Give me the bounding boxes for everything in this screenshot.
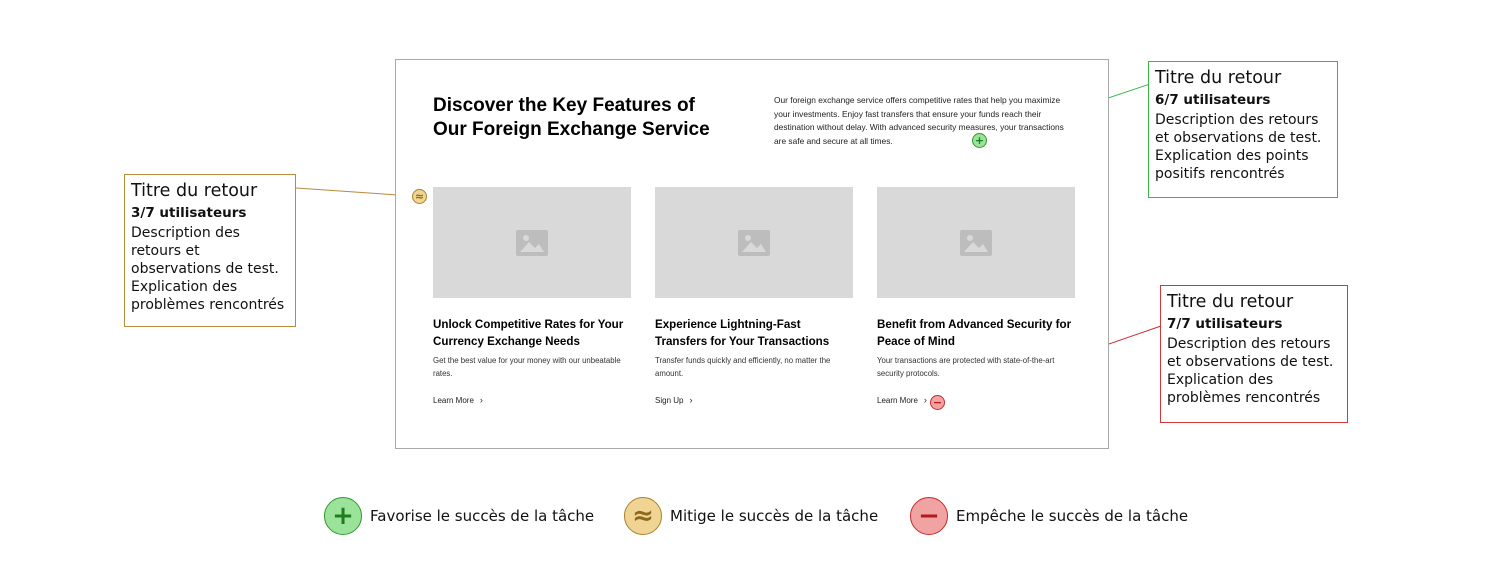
- feedback-description: Description des retours et observations …: [1167, 336, 1334, 406]
- chevron-right-icon: ›: [479, 395, 483, 405]
- approx-icon: ≈: [624, 497, 662, 535]
- image-placeholder-icon: [516, 229, 548, 256]
- feature-card: Benefit from Advanced Security for Peace…: [877, 187, 1075, 417]
- image-placeholder-icon: [960, 229, 992, 256]
- feedback-box-positive: Titre du retour 6/7 utilisateurs Descrip…: [1148, 61, 1338, 198]
- mockup-title: Discover the Key Features of Our Foreign…: [433, 95, 710, 140]
- legend-label: Favorise le succès de la tâche: [370, 507, 595, 525]
- plus-icon: +: [324, 497, 362, 535]
- chevron-right-icon: ›: [689, 395, 693, 405]
- card-text: Transfer funds quickly and efficiently, …: [655, 356, 831, 378]
- link-label: Learn More: [433, 395, 474, 405]
- feedback-title: Titre du retour: [1167, 292, 1294, 312]
- card-text: Your transactions are protected with sta…: [877, 356, 1055, 378]
- link-label: Sign Up: [655, 395, 684, 405]
- negative-marker-icon: −: [930, 395, 945, 410]
- legend-label: Empêche le succès de la tâche: [956, 507, 1189, 525]
- image-placeholder: [655, 187, 853, 298]
- feedback-description: Description des retours et observations …: [131, 225, 285, 313]
- feedback-title: Titre du retour: [1155, 68, 1282, 88]
- image-placeholder: [433, 187, 631, 298]
- card-text: Get the best value for your money with o…: [433, 356, 621, 378]
- minus-icon: −: [910, 497, 948, 535]
- positive-marker-icon: +: [972, 133, 987, 148]
- legend-label: Mitige le succès de la tâche: [670, 507, 879, 525]
- legend-item-favors: + Favorise le succès de la tâche: [324, 497, 594, 535]
- feature-card: Unlock Competitive Rates for Your Curren…: [433, 187, 631, 417]
- feedback-users: 7/7 utilisateurs: [1167, 316, 1283, 332]
- image-placeholder: [877, 187, 1075, 298]
- feedback-box-mitigate: Titre du retour 3/7 utilisateurs Descrip…: [124, 174, 296, 327]
- chevron-right-icon: ›: [923, 395, 927, 405]
- feedback-users: 3/7 utilisateurs: [131, 205, 247, 221]
- card-title: Experience Lightning-Fast Transfers for …: [655, 318, 830, 348]
- link-label: Learn More: [877, 395, 918, 405]
- legend-item-prevents: − Empêche le succès de la tâche: [910, 497, 1188, 535]
- feedback-users: 6/7 utilisateurs: [1155, 92, 1271, 108]
- feedback-box-negative: Titre du retour 7/7 utilisateurs Descrip…: [1160, 285, 1348, 423]
- sign-up-link[interactable]: Sign Up ›: [655, 395, 692, 405]
- feedback-description: Description des retours et observations …: [1155, 112, 1322, 182]
- image-placeholder-icon: [738, 229, 770, 256]
- feature-card: Experience Lightning-Fast Transfers for …: [655, 187, 853, 417]
- learn-more-link[interactable]: Learn More ›: [433, 395, 483, 405]
- learn-more-link[interactable]: Learn More ›: [877, 395, 927, 405]
- mockup-intro: Our foreign exchange service offers comp…: [774, 95, 1064, 146]
- feedback-title: Titre du retour: [131, 181, 258, 201]
- legend-item-mitigates: ≈ Mitige le succès de la tâche: [624, 497, 878, 535]
- card-title: Benefit from Advanced Security for Peace…: [877, 318, 1072, 348]
- card-title: Unlock Competitive Rates for Your Curren…: [433, 318, 624, 348]
- mitigate-marker-icon: ≈: [412, 189, 427, 204]
- mockup-frame: Discover the Key Features of Our Foreign…: [395, 59, 1109, 449]
